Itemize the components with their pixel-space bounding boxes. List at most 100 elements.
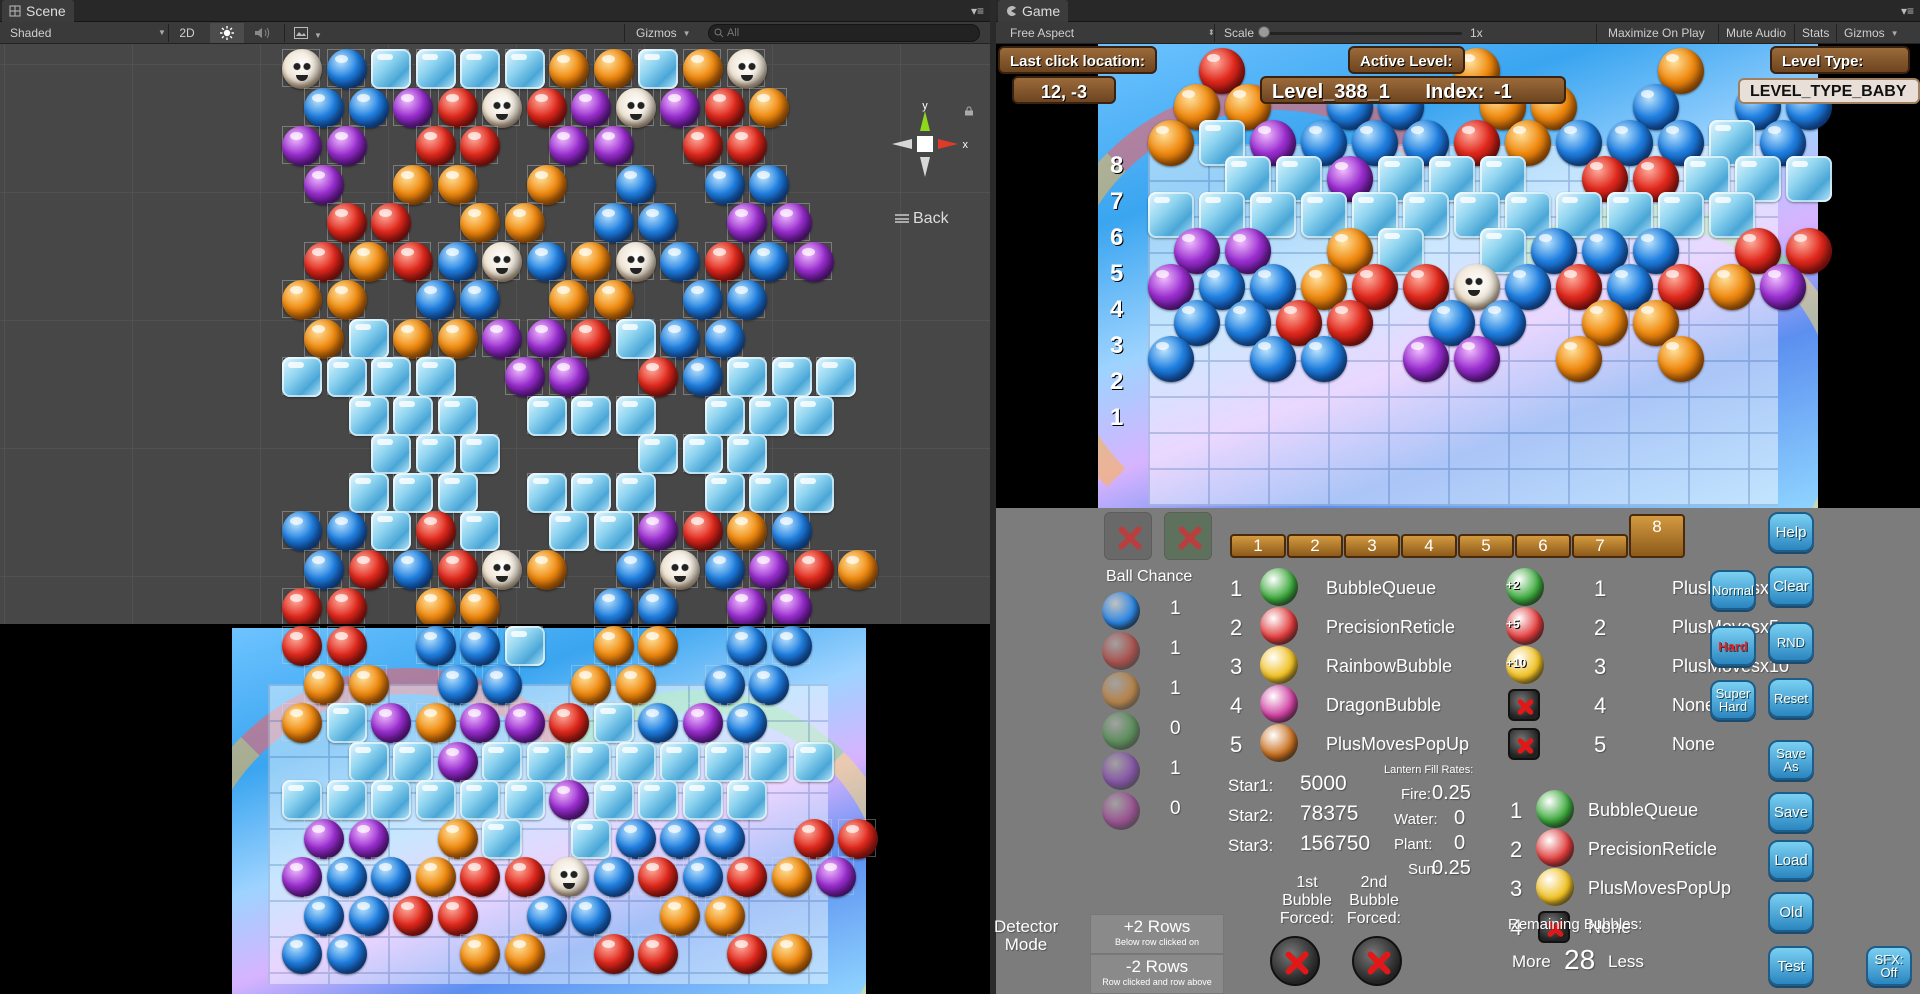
back-button[interactable]: Back [895, 210, 949, 228]
ball-color-chip[interactable] [1102, 712, 1140, 750]
ball-chance-value[interactable]: 1 [1170, 678, 1181, 700]
lantern-value[interactable]: 0.25 [1432, 782, 1471, 805]
detector-mode-button[interactable]: Detector Mode [994, 918, 1058, 954]
audio-toggle[interactable] [248, 23, 276, 43]
queue_b-slot-name[interactable]: None [1672, 734, 1715, 755]
powerup-icon[interactable] [1260, 568, 1298, 606]
disabled-x-button-2[interactable] [1164, 512, 1212, 560]
remove-two-rows-button[interactable]: -2 Rows Row clicked and row above [1090, 954, 1224, 994]
less-button[interactable]: Less [1608, 952, 1644, 972]
page-tab-8[interactable]: 8 [1629, 514, 1685, 558]
star-value[interactable]: 78375 [1300, 802, 1358, 826]
lantern-value[interactable]: 0 [1454, 807, 1465, 830]
color-bubble [727, 588, 767, 628]
lighting-toggle[interactable] [210, 23, 244, 43]
mode-2d-button[interactable]: 2D [172, 23, 202, 43]
scene-panel-menu-icon[interactable]: ▾≡ [971, 4, 984, 18]
powerup-icon[interactable] [1260, 685, 1298, 723]
color-bubble [1250, 336, 1296, 382]
game-view[interactable]: 8 7 6 5 4 3 2 1 Last click location: 12, -3 Act… [996, 44, 1920, 508]
page-tab-7[interactable]: 7 [1572, 534, 1628, 558]
color-bubble [326, 511, 367, 551]
old-button[interactable]: Old [1768, 892, 1814, 932]
ice-bubble [793, 395, 834, 436]
hard-button[interactable]: Hard [1710, 626, 1756, 666]
ball-chance-value[interactable]: 1 [1170, 758, 1181, 780]
stats-toggle[interactable]: Stats [1802, 22, 1829, 44]
scale-slider-track[interactable] [1262, 32, 1462, 35]
page-tab-3[interactable]: 3 [1344, 534, 1400, 558]
scene-viewport[interactable]: y x Back [0, 44, 990, 628]
queue_a-slot-name[interactable]: DragonBubble [1326, 695, 1441, 716]
maximize-on-play-toggle[interactable]: Maximize On Play [1608, 22, 1705, 44]
ball-chance-value[interactable]: 1 [1170, 638, 1181, 660]
effects-dropdown[interactable]: ▼ [288, 23, 328, 43]
page-tab-5[interactable]: 5 [1458, 534, 1514, 558]
scene-tab[interactable]: Scene [2, 0, 74, 22]
orientation-gizmo[interactable]: y x [880, 99, 970, 189]
page-tab-2[interactable]: 2 [1287, 534, 1343, 558]
load-button[interactable]: Load [1768, 840, 1814, 880]
color-bubble [326, 49, 367, 89]
normal-button[interactable]: Normal [1710, 570, 1756, 610]
sfx-toggle-button[interactable]: SFX: Off [1866, 946, 1912, 986]
powerup-icon[interactable] [1536, 829, 1574, 867]
clear-button[interactable]: Clear [1768, 566, 1814, 606]
help-button[interactable]: Help [1768, 512, 1814, 552]
add-two-rows-button[interactable]: +2 Rows Below row clicked on [1090, 914, 1224, 954]
page-tab-1[interactable]: 1 [1230, 534, 1286, 558]
game-gizmos-dropdown[interactable]: Gizmos ▼ [1844, 22, 1899, 44]
reset-button[interactable]: Reset [1768, 678, 1814, 718]
lock-icon[interactable] [964, 106, 974, 116]
star-value[interactable]: 5000 [1300, 772, 1347, 796]
more-button[interactable]: More [1512, 952, 1551, 972]
star-value[interactable]: 156750 [1300, 832, 1370, 856]
disabled-x-button-1[interactable] [1104, 512, 1152, 560]
shading-dropdown[interactable]: Shaded ▼ [10, 22, 166, 44]
queue_a-slot-name[interactable]: BubbleQueue [1326, 578, 1436, 599]
super-hard-button[interactable]: Super Hard [1710, 680, 1756, 720]
queue_b-slot-name[interactable]: None [1672, 695, 1715, 716]
powerup-icon[interactable] [1260, 724, 1298, 762]
save-as-button[interactable]: Save As [1768, 740, 1814, 780]
powerup-icon[interactable] [1260, 646, 1298, 684]
queue_a-slot-name[interactable]: PlusMovesPopUp [1326, 734, 1469, 755]
second-bubble-forced-clear[interactable] [1352, 936, 1402, 986]
powerup-icon[interactable] [1536, 868, 1574, 906]
ice-bubble [371, 511, 411, 551]
lantern-value[interactable]: 0.25 [1432, 857, 1471, 880]
queue_a-slot-name[interactable]: PrecisionReticle [1326, 617, 1455, 638]
rnd-button[interactable]: RND [1768, 622, 1814, 662]
queue_a-slot-name[interactable]: RainbowBubble [1326, 656, 1452, 677]
game-tab[interactable]: Game [998, 0, 1068, 22]
scale-slider-knob[interactable] [1258, 26, 1270, 38]
powerup-icon[interactable] [1260, 607, 1298, 645]
powerup-icon[interactable] [1536, 790, 1574, 828]
ball-color-chip[interactable] [1102, 632, 1140, 670]
none-x-icon[interactable] [1508, 689, 1540, 721]
toolbar-separator [168, 24, 169, 42]
queue_c-slot-name[interactable]: PrecisionReticle [1588, 839, 1717, 860]
ball-chance-value[interactable]: 1 [1170, 598, 1181, 620]
mute-audio-toggle[interactable]: Mute Audio [1726, 22, 1786, 44]
ball-color-chip[interactable] [1102, 752, 1140, 790]
queue_c-slot-name[interactable]: BubbleQueue [1588, 800, 1698, 821]
scene-gizmos-dropdown[interactable]: Gizmos ▼ [636, 22, 700, 44]
page-tab-6[interactable]: 6 [1515, 534, 1571, 558]
ball-color-chip[interactable] [1102, 592, 1140, 630]
lantern-value[interactable]: 0 [1454, 832, 1465, 855]
ball-chance-value[interactable]: 0 [1170, 718, 1181, 740]
scene-search-input[interactable]: All [708, 24, 980, 42]
none-x-icon[interactable] [1508, 728, 1540, 760]
queue_c-slot-name[interactable]: PlusMovesPopUp [1588, 878, 1731, 899]
aspect-dropdown[interactable]: Free Aspect ⬍ [1010, 22, 1215, 44]
ball-color-chip[interactable] [1102, 672, 1140, 710]
page-tab-4[interactable]: 4 [1401, 534, 1457, 558]
ball-color-chip[interactable] [1102, 792, 1140, 830]
color-bubble [348, 895, 389, 936]
ball-chance-value[interactable]: 0 [1170, 798, 1181, 820]
save-button[interactable]: Save [1768, 792, 1814, 832]
game-panel-menu-icon[interactable]: ▾≡ [1901, 4, 1914, 18]
test-button[interactable]: Test [1768, 946, 1814, 986]
first-bubble-forced-clear[interactable] [1270, 936, 1320, 986]
